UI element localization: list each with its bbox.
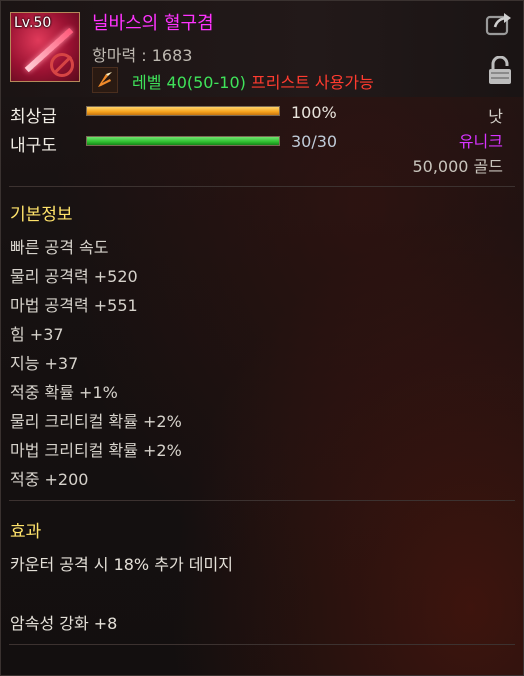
item-level: Lv.50	[14, 15, 52, 31]
requirement-level: 레벨 40(50-10)	[132, 73, 246, 92]
basic-info-title: 기본정보	[10, 205, 73, 225]
requirement: 레벨 40(50-10) 프리스트 사용가능	[132, 69, 374, 93]
lock-icon[interactable]	[487, 55, 513, 86]
stat-line: 마법 공격력 +551	[10, 296, 138, 315]
share-icon[interactable]	[485, 11, 513, 37]
grade-bar	[86, 106, 280, 116]
stat-line: 빠른 공격 속도	[10, 238, 109, 257]
stat-line: 마법 크리티컬 확률 +2%	[10, 441, 182, 460]
stat-line: 물리 크리티컬 확률 +2%	[10, 412, 182, 431]
durability-bar-fill	[87, 137, 279, 145]
item-type: 낫	[488, 107, 503, 126]
weapon-icon: Lv.50	[10, 12, 80, 82]
durability-value: 30/30	[291, 132, 338, 151]
requirement-class: 프리스트 사용가능	[250, 73, 374, 92]
divider	[9, 500, 515, 501]
stat-line: 적중 확률 +1%	[10, 383, 118, 402]
effect-title: 효과	[10, 522, 42, 542]
prohibited-icon	[50, 53, 74, 77]
item-name: 닐바스의 혈구겸	[92, 13, 214, 34]
grade-value: 100%	[291, 103, 337, 122]
divider	[9, 186, 515, 187]
durability-label: 내구도	[10, 136, 57, 156]
tooltip-header: Lv.50 닐바스의 혈구겸 항마력 : 1683 레벨 40(50-10) 프…	[1, 1, 523, 97]
stat-line: 힘 +37	[10, 325, 64, 344]
divider	[9, 644, 515, 645]
rarity-badge: 유니크	[458, 132, 503, 151]
item-power: 항마력 : 1683	[92, 46, 193, 65]
item-price: 50,000 골드	[412, 157, 503, 176]
durability-bar	[86, 136, 280, 146]
stat-line: 적중 +200	[10, 470, 89, 489]
effect-line: 암속성 강화 +8	[10, 614, 118, 633]
item-tooltip: Lv.50 닐바스의 혈구겸 항마력 : 1683 레벨 40(50-10) 프…	[0, 0, 524, 676]
effect-line: 카운터 공격 시 18% 추가 데미지	[10, 555, 233, 574]
priest-class-icon	[92, 67, 118, 93]
grade-bar-fill	[87, 107, 279, 115]
stat-line: 물리 공격력 +520	[10, 267, 138, 286]
grade-label: 최상급	[10, 107, 57, 127]
stat-line: 지능 +37	[10, 354, 79, 373]
